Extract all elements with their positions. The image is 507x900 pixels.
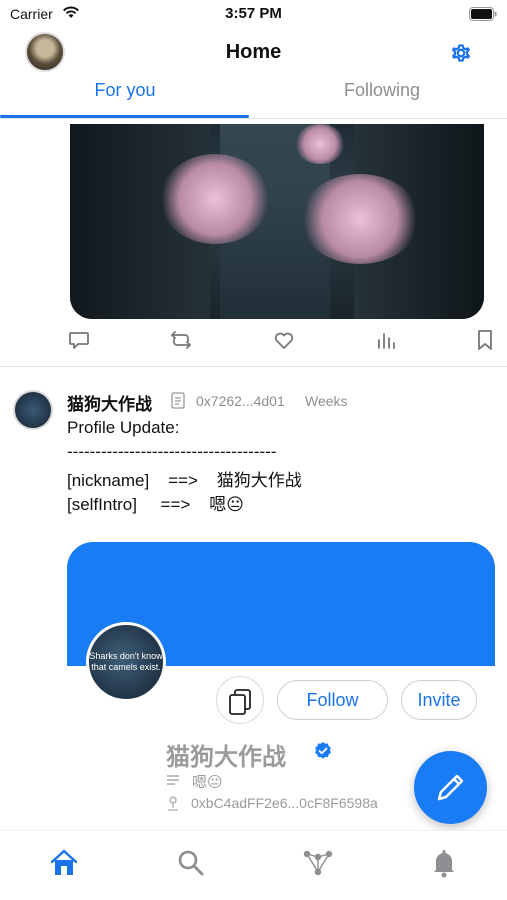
status-bar: Carrier 3:57 PM	[0, 0, 507, 28]
profile-bio: 嗯😐	[192, 774, 223, 791]
tab-following[interactable]: Following	[257, 75, 507, 119]
post-text-line: -------------------------------------	[67, 442, 277, 461]
tab-indicator	[0, 115, 249, 118]
follow-button[interactable]: Follow	[277, 680, 388, 720]
post-timestamp: Weeks	[305, 393, 348, 409]
post-author-avatar[interactable]	[13, 390, 53, 430]
image-blossom	[295, 124, 345, 164]
post-text-line: [nickname] ==> 猫狗大作战	[67, 471, 302, 490]
copy-icon	[229, 689, 251, 715]
post-author-name[interactable]: 猫狗大作战	[67, 390, 152, 415]
search-icon[interactable]	[175, 847, 207, 879]
profile-name: 猫狗大作战	[166, 744, 286, 771]
bio-icon	[167, 775, 179, 785]
stats-icon[interactable]	[374, 328, 398, 352]
bottom-tab-bar	[0, 830, 507, 900]
tab-for-you[interactable]: For you	[0, 75, 250, 119]
battery-icon	[469, 7, 497, 21]
invite-button[interactable]: Invite	[401, 680, 477, 720]
bookmark-icon[interactable]	[473, 328, 497, 352]
post-image[interactable]	[70, 124, 484, 319]
profile-address: 0xbC4adFF2e6...0cF8F6598a	[191, 795, 378, 811]
status-time: 3:57 PM	[225, 5, 282, 22]
repost-icon[interactable]	[169, 328, 193, 352]
feed-tabs: For you Following	[0, 75, 507, 119]
bell-icon[interactable]	[428, 847, 460, 879]
copy-button[interactable]	[216, 676, 264, 724]
image-blossom	[160, 154, 270, 244]
pencil-icon	[437, 774, 464, 801]
document-icon	[171, 392, 185, 409]
image-blossom	[300, 174, 420, 264]
like-icon[interactable]	[272, 328, 296, 352]
home-icon[interactable]	[48, 847, 80, 879]
network-icon[interactable]	[302, 847, 334, 879]
post-text-line: Profile Update:	[67, 418, 180, 437]
compose-button[interactable]	[414, 751, 487, 824]
post-author-address: 0x7262...4d01	[196, 393, 285, 409]
comment-icon[interactable]	[67, 328, 91, 352]
post-text-line: [selfIntro] ==> 嗯😐	[67, 495, 244, 514]
profile-avatar[interactable]: Sharks don't know that camels exist.	[86, 622, 166, 702]
verified-icon	[315, 742, 331, 759]
post-action-bar	[0, 328, 507, 354]
gear-icon[interactable]	[448, 40, 474, 66]
post-divider	[0, 366, 507, 367]
profile-avatar-caption: Sharks don't know that camels exist.	[89, 651, 163, 672]
page-title: Home	[225, 41, 282, 63]
location-pin-icon	[168, 796, 178, 811]
header: Home	[0, 28, 507, 78]
